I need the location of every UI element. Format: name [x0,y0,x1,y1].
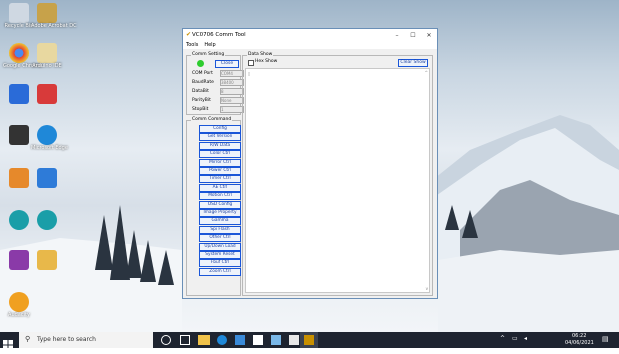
app-taskbar-icon-1[interactable] [235,335,245,345]
app-blue-icon [9,84,29,104]
databit-label: DataBit [192,89,209,94]
date[interactable]: 04/06/2021 [565,340,594,346]
baudrate-label: BaudRate [192,80,214,85]
data-show-group: Data Show Hex Show Clear Show ^ v ▯ [242,52,433,296]
desktop-icon-app-red[interactable] [31,84,63,104]
file-explorer-icon[interactable] [198,335,210,345]
close-window-button[interactable]: ✕ [421,32,437,39]
printer-icon [9,125,29,145]
cmd-button-zoom-ctrl[interactable]: Zoom Ctrl [199,267,241,276]
comm-setting-group: Comm Setting Close COM Port COM4 BaudRat… [186,52,244,115]
desktop-icon-arduino-ide[interactable]: Arduino IDE [31,43,63,69]
cortana-icon[interactable] [161,335,171,345]
cmd-button-mirror-ctrl[interactable]: Mirror Ctrl [199,158,241,167]
desktop-icon-acrobat[interactable]: Adobe Acrobat DC [31,3,77,29]
app-yellow-icon [37,250,57,270]
search-placeholder: Type here to search [37,336,96,343]
cmd-button-color-ctrl[interactable]: Color Ctrl [199,150,241,159]
desktop-icon-arduino-2[interactable] [31,210,63,230]
clear-show-button[interactable]: Clear Show [398,59,428,67]
arduino-icon [37,210,57,230]
window-titlebar: ✔ VC0706 Comm Tool – ☐ ✕ [183,29,437,41]
stopbit-label: StopBit [192,107,209,112]
task-view-icon[interactable] [180,335,190,345]
data-show-title: Data Show [247,52,274,57]
scroll-up-arrow[interactable]: ^ [425,70,428,75]
hex-show-checkbox[interactable] [248,60,254,66]
desktop: Recycle Bin Adobe Acrobat DC Google Chro… [0,0,619,332]
comm-setting-title: Comm Setting [191,52,226,57]
maximize-button[interactable]: ☐ [405,32,421,39]
robot-arm-icon [37,168,57,188]
network-icon[interactable]: ▭ [512,335,518,342]
edge-icon [37,125,57,145]
stopbit-select[interactable]: 1 [220,106,244,113]
comm-command-title: Comm Command [191,117,233,122]
active-app-indicator[interactable] [300,332,318,348]
cmd-button-system-reset[interactable]: System Reset [199,251,241,259]
menu-help[interactable]: Help [204,42,215,48]
desktop-icon-app-yellow[interactable] [31,250,63,270]
paritybit-label: ParityBit [192,98,211,103]
scroll-down-arrow[interactable]: v [426,286,428,291]
cmd-button-get-version[interactable]: Get Version [199,133,241,142]
data-show-textarea[interactable]: ^ v ▯ [245,68,430,293]
desktop-icon-audacity[interactable]: Audacity [3,292,35,318]
show-hidden-icons[interactable]: ^ [500,335,505,342]
cmd-button-motion-ctrl[interactable]: Motion Ctrl [199,192,241,201]
chrome-icon [9,43,29,63]
cmd-button-r-w-data[interactable]: R/W Data [199,141,241,150]
desktop-icon-app-robot[interactable] [31,168,63,188]
hex-show-label: Hex Show [255,59,278,64]
cmd-button-osd-config[interactable]: OSD Config [199,200,241,209]
menu-bar: Tools Help [183,41,437,49]
arduino-icon [9,210,29,230]
start-button[interactable] [3,335,15,350]
cmd-button-power-ctrl[interactable]: Power Ctrl [199,167,241,175]
search-icon: ⚲ [25,335,31,343]
windows-logo-icon [3,340,13,350]
minimize-button[interactable]: – [389,32,405,39]
menu-tools[interactable]: Tools [186,42,198,48]
search-box[interactable]: ⚲ Type here to search [19,332,153,348]
acrobat-icon [37,3,57,23]
app-taskbar-icon-2[interactable] [253,335,263,345]
app-icon: ✔ [186,31,192,38]
cmd-button-config[interactable]: Config [199,125,241,133]
paritybit-select[interactable]: None [220,97,244,104]
app-red-icon [37,84,57,104]
com-port-label: COM Port [192,71,213,76]
cmd-button-fbuf-ctrl[interactable]: Fbuf Ctrl [199,259,241,268]
cmd-button-gamma[interactable]: Gamma [199,217,241,226]
notification-icon[interactable]: ▤ [602,335,609,343]
databit-select[interactable]: 8 [220,88,244,95]
taskbar: ⚲ Type here to search ^ ▭ ◂ 06:22 04/06/… [0,332,619,350]
arduino-doc-icon [37,43,57,63]
app-taskbar-icon-3[interactable] [271,335,281,345]
app-orange-icon [9,168,29,188]
text-cursor: ▯ [248,71,251,76]
comm-command-group: Comm Command Config Get Version R/W Data Co… [186,117,241,296]
audacity-icon [9,292,29,312]
time[interactable]: 06:22 [572,333,586,339]
baudrate-select[interactable]: 38400 [220,79,244,86]
cmd-button-ae-ctrl[interactable]: AE Ctrl [199,183,241,192]
recycle-bin-icon [9,3,29,23]
cmd-button-spi-flash[interactable]: Spi Flash [199,225,241,234]
app-purple-icon [9,250,29,270]
com-port-select[interactable]: COM4 [220,70,244,77]
cmd-button-timer-ctrl[interactable]: Timer Ctrl [199,175,241,184]
desktop-icon-edge[interactable]: Microsoft Edge [31,125,68,151]
cmd-button-up-down-load[interactable]: Up/Down Load [199,242,241,251]
volume-icon[interactable]: ◂ [524,335,527,342]
edge-taskbar-icon[interactable] [217,335,227,345]
window-title: VC0706 Comm Tool [192,32,246,38]
close-port-button[interactable]: Close [215,60,239,68]
connection-status-indicator [197,60,204,67]
vc0706-window: ✔ VC0706 Comm Tool – ☐ ✕ Tools Help Comm… [182,28,438,299]
cmd-button-other-ctrl[interactable]: Other Ctrl [199,234,241,243]
vc0706-taskbar-icon [304,335,314,345]
cmd-button-image-property[interactable]: Image Property [199,209,241,217]
app-taskbar-icon-4[interactable] [289,335,299,345]
